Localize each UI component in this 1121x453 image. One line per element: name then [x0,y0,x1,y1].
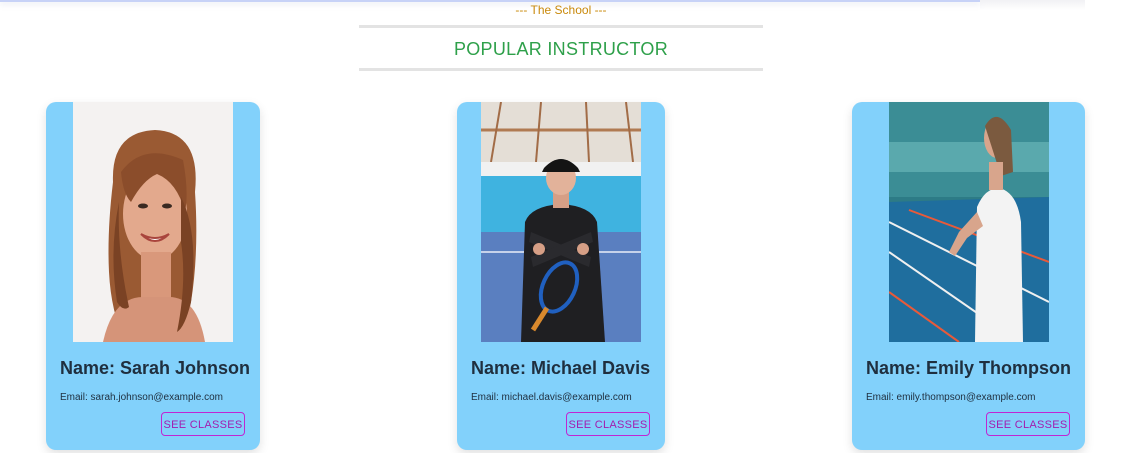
instructor-card: Name: Michael Davis Email: michael.davis… [457,102,665,450]
section-title-box: POPULAR INSTRUCTOR [359,25,763,71]
page: --- The School --- POPULAR INSTRUCTOR Na… [0,0,1121,453]
instructor-email: Email: sarah.johnson@example.com [60,392,224,403]
instructor-photo-image [889,102,1049,342]
see-classes-button[interactable]: SEE CLASSES [986,412,1070,436]
instructor-email: Email: michael.davis@example.com [471,392,632,403]
instructor-name: Name: Emily Thompson [866,358,1072,378]
instructor-email: Email: emily.thompson@example.com [866,392,1036,403]
see-classes-button[interactable]: SEE CLASSES [566,412,650,436]
navbar-bottom-edge [0,0,980,2]
instructor-photo [889,102,1049,342]
instructor-card: Name: Sarah Johnson Email: sarah.johnson… [46,102,260,450]
instructor-name: Name: Michael Davis [471,358,651,378]
instructor-photo [481,102,641,342]
section-subheading: --- The School --- [515,3,607,17]
section-title: POPULAR INSTRUCTOR [453,39,669,59]
navbar-shadow [980,0,1085,10]
instructor-name: Name: Sarah Johnson [60,358,251,378]
instructor-photo-image [73,102,233,342]
see-classes-button[interactable]: SEE CLASSES [161,412,245,436]
instructor-photo-image [481,102,641,342]
instructor-card: Name: Emily Thompson Email: emily.thomps… [852,102,1085,450]
instructor-photo [73,102,233,342]
